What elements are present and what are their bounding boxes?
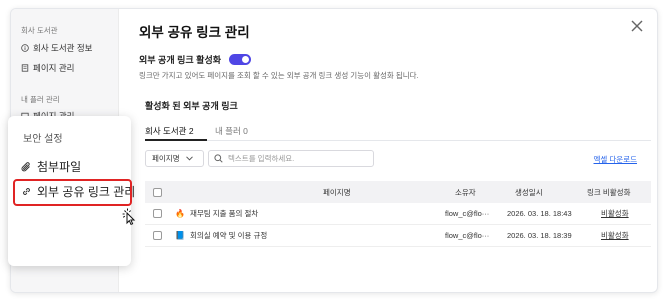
external-link-toggle-row: 외부 공개 링크 활성화 (139, 53, 252, 66)
tab-active-indicator (145, 139, 207, 141)
tabs: 회사 도서관 2 내 플러 0 (145, 123, 651, 141)
fire-icon: 🔥 (175, 209, 185, 218)
main-content: 외부 공유 링크 관리 외부 공개 링크 활성화 링크만 가지고 있어도 페이지… (119, 9, 657, 292)
row-created: 2026. 03. 18. 18:43 (507, 209, 572, 218)
row-page-name[interactable]: 재무팀 지출 품의 절차 (190, 208, 258, 219)
column-header-page-name: 페이지명 (323, 187, 351, 197)
external-link-toggle[interactable] (229, 54, 252, 65)
sidebar-section-my-flow: 내 플러 관리 (21, 95, 60, 104)
toggle-description: 링크만 가지고 있어도 페이지를 조회 할 수 있는 외부 공개 링크 생성 기… (139, 71, 419, 80)
table-row: 🔥 재무팀 지출 품의 절차 flow_c@flo··· 2026. 03. 1… (145, 203, 651, 225)
page-title: 외부 공유 링크 관리 (139, 25, 250, 40)
disable-link-button[interactable]: 비활성화 (601, 230, 629, 241)
disable-link-button[interactable]: 비활성화 (601, 208, 629, 219)
book-icon: 📘 (175, 231, 185, 240)
link-icon (23, 188, 30, 195)
filter-dropdown[interactable]: 페이지명 (145, 150, 204, 167)
table-row: 📘 회의실 예약 및 이용 규정 flow_c@flo··· 2026. 03.… (145, 225, 651, 247)
security-settings-menu: 보안 설정 첨부파일 외부 공유 링크 관리 (8, 116, 135, 266)
row-owner: flow_c@flo··· (445, 209, 490, 218)
tab-company-library[interactable]: 회사 도서관 2 (145, 125, 194, 137)
sidebar-item-label: 페이지 관리 (33, 63, 75, 73)
row-checkbox[interactable] (153, 209, 162, 218)
search-input[interactable] (228, 154, 368, 163)
tab-my-flow[interactable]: 내 플러 0 (215, 125, 248, 137)
sidebar-item-page-manage-company[interactable]: 페이지 관리 (21, 62, 74, 74)
sidebar-section-company-library: 회사 도서관 (21, 26, 58, 35)
sidebar-item-label: 회사 도서관 정보 (33, 43, 93, 53)
search-box (208, 150, 374, 167)
toggle-label: 외부 공개 링크 활성화 (139, 55, 222, 65)
menu-item-external-links[interactable]: 외부 공유 링크 관리 (21, 183, 135, 200)
section-title: 활성화 된 외부 공개 링크 (145, 101, 238, 111)
row-owner: flow_c@flo··· (445, 231, 490, 240)
paperclip-icon (21, 161, 30, 171)
close-icon[interactable] (629, 18, 645, 34)
excel-download-link[interactable]: 엑셀 다운로드 (594, 154, 637, 165)
column-header-disable-link: 링크 비활성화 (587, 187, 631, 197)
sidebar-item-library-info[interactable]: 회사 도서관 정보 (21, 42, 92, 54)
select-all-checkbox[interactable] (153, 187, 162, 197)
filter-label: 페이지명 (152, 154, 180, 163)
chevron-down-icon (185, 156, 193, 161)
search-icon (214, 154, 223, 163)
row-created: 2026. 03. 18. 18:39 (507, 231, 572, 240)
menu-item-attachments[interactable]: 첨부파일 (21, 158, 81, 175)
row-page-name[interactable]: 회의실 예약 및 이용 규정 (190, 230, 267, 241)
menu-title: 보안 설정 (23, 134, 63, 145)
menu-item-label: 첨부파일 (37, 160, 82, 174)
row-checkbox[interactable] (153, 231, 162, 240)
document-icon (21, 64, 29, 72)
column-header-created: 생성일시 (515, 187, 543, 197)
click-cursor-icon (122, 208, 136, 226)
table-header: 페이지명 소유자 생성일시 링크 비활성화 (145, 181, 651, 203)
menu-item-label: 외부 공유 링크 관리 (37, 185, 136, 199)
column-header-owner: 소유자 (455, 187, 476, 197)
info-icon (21, 44, 29, 52)
